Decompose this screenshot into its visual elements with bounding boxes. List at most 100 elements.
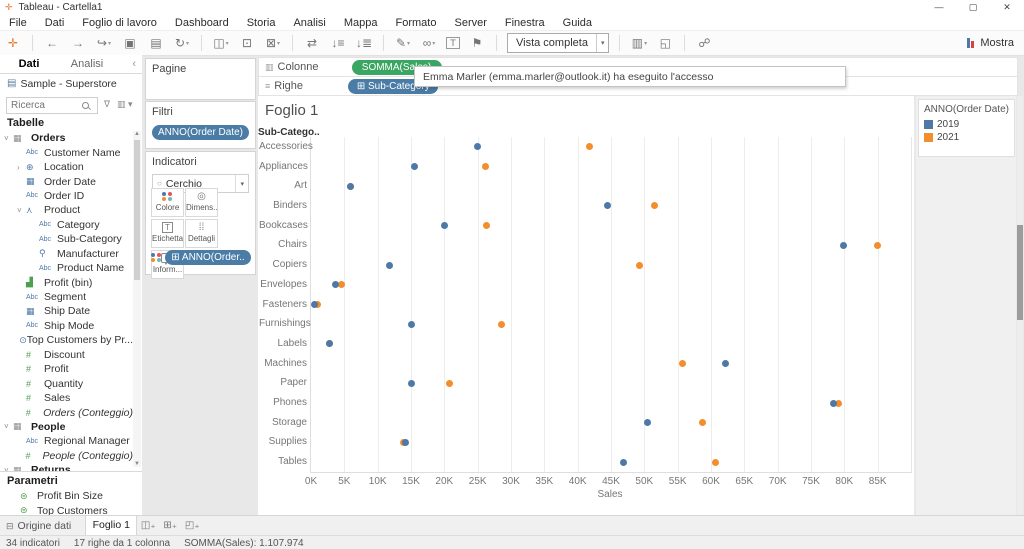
mark-storage-2021[interactable] [698, 419, 706, 427]
show-me-toggle[interactable]: Mostra [967, 37, 1014, 49]
undo-icon[interactable]: ← [39, 36, 65, 50]
mark-chairs-2019[interactable] [840, 241, 848, 249]
scrollbar-thumb[interactable] [134, 140, 140, 280]
category-label-fasteners[interactable]: Fasteners [259, 299, 307, 310]
filter-pill-year-order-date[interactable]: ANNO(Order Date) [152, 125, 249, 140]
field-product-name[interactable]: Abc Product Name [0, 261, 133, 275]
row-field-header[interactable]: Sub-Catego.. [258, 127, 320, 138]
mark-copiers-2019[interactable] [386, 261, 394, 269]
field-people-conteggio[interactable]: # People (Conteggio) [0, 449, 134, 463]
mark-tables-2019[interactable] [620, 458, 628, 466]
field-orders-conteggio[interactable]: # Orders (Conteggio) [0, 405, 133, 419]
mark-button-dettagli[interactable]: ⁞⁞ Dettagli [185, 219, 218, 248]
mark-button-etichetta[interactable]: T Etichetta [151, 219, 184, 248]
filter-fields-icon[interactable]: ∇ [104, 99, 110, 110]
menu-file[interactable]: File [0, 17, 36, 29]
mark-storage-2019[interactable] [643, 419, 651, 427]
new-dashboard-button[interactable]: ⊞₊ [159, 516, 181, 536]
highlight-icon[interactable]: ✎▾ [390, 36, 416, 50]
field-location[interactable]: › ⊕ Location [0, 160, 133, 174]
field-order-id[interactable]: Abc Order ID [0, 189, 133, 203]
close-button[interactable]: ✕ [990, 2, 1024, 13]
field-category[interactable]: Abc Category [0, 218, 133, 232]
show-hide-cards-icon[interactable]: ▥▾ [626, 36, 652, 50]
parameter-profit-bin-size[interactable]: ⊜ Profit Bin Size [0, 489, 142, 504]
field-profit-bin[interactable]: ▟ Profit (bin) [0, 275, 133, 289]
category-label-accessories[interactable]: Accessories [259, 141, 313, 152]
minimize-button[interactable]: — [922, 2, 956, 13]
sheet-title[interactable]: Foglio 1 [265, 102, 318, 119]
category-label-tables[interactable]: Tables [259, 456, 307, 467]
refresh-icon[interactable]: ↻▾ [169, 36, 195, 50]
field-top-customers-by-pr[interactable]: ⊙ Top Customers by Pr... [0, 333, 133, 347]
category-label-chairs[interactable]: Chairs [259, 239, 307, 250]
mark-chairs-2021[interactable] [874, 241, 882, 249]
menu-server[interactable]: Server [445, 17, 495, 29]
category-label-paper[interactable]: Paper [259, 377, 307, 388]
vertical-scrollbar[interactable] [1017, 96, 1023, 515]
save-icon[interactable]: ▣ [117, 36, 143, 50]
mark-envelopes-2021[interactable] [337, 281, 345, 289]
share-icon[interactable]: ☍ [691, 36, 717, 50]
show-mark-labels-icon[interactable]: T [446, 37, 460, 49]
category-label-machines[interactable]: Machines [259, 358, 307, 369]
mark-machines-2021[interactable] [678, 360, 686, 368]
marks-card[interactable]: Indicatori ○ Cerchio ▾ Colore ◎ Dimens... T… [145, 151, 256, 279]
menu-formato[interactable]: Formato [387, 17, 446, 29]
scrollbar-thumb[interactable] [1017, 225, 1023, 320]
scroll-down-icon[interactable]: ▼ [133, 461, 141, 467]
category-label-bookcases[interactable]: Bookcases [259, 220, 308, 231]
sort-descending-icon[interactable]: ↓≣ [351, 36, 377, 50]
field-quantity[interactable]: # Quantity [0, 376, 133, 390]
mark-button-colore[interactable]: Colore [151, 188, 184, 217]
group-members-icon[interactable]: ∞▾ [416, 36, 442, 50]
menu-dashboard[interactable]: Dashboard [166, 17, 238, 29]
datasource-tab[interactable]: ⊟ Origine dati [0, 516, 81, 536]
duplicate-icon[interactable]: ⊡ [234, 36, 260, 50]
field-order-date[interactable]: ▦ Order Date [0, 174, 133, 188]
mark-bookcases-2019[interactable] [440, 222, 448, 230]
category-label-storage[interactable]: Storage [259, 417, 307, 428]
field-customer-name[interactable]: Abc Customer Name [0, 145, 133, 159]
field-orders[interactable]: ˅ ▦ Orders [0, 131, 133, 145]
category-label-envelopes[interactable]: Envelopes [259, 279, 307, 290]
chevron-down-icon[interactable]: ▾ [595, 34, 609, 52]
menu-finestra[interactable]: Finestra [496, 17, 554, 29]
category-label-labels[interactable]: Labels [259, 338, 307, 349]
mark-envelopes-2019[interactable] [331, 281, 339, 289]
field-product[interactable]: ˅ ⋏ Product [0, 203, 133, 217]
mark-machines-2019[interactable] [722, 360, 730, 368]
field-segment[interactable]: Abc Segment [0, 290, 133, 304]
collapse-pane-icon[interactable]: ‹ [132, 55, 142, 73]
color-pill-year-order-date[interactable]: ⊞ ANNO(Order.. [165, 250, 251, 265]
legend-item-2021[interactable]: 2021 [919, 131, 1014, 144]
field-profit[interactable]: # Profit [0, 362, 133, 376]
mark-bookcases-2021[interactable] [482, 222, 490, 230]
field-people[interactable]: ˅ ▦ People [0, 420, 133, 434]
pages-card[interactable]: Pagine [145, 58, 256, 100]
mark-copiers-2021[interactable] [635, 261, 643, 269]
field-ship-date[interactable]: ▦ Ship Date [0, 304, 133, 318]
mark-supplies-2019[interactable] [402, 438, 410, 446]
field-discount[interactable]: # Discount [0, 348, 133, 362]
mark-furnishings-2021[interactable] [497, 320, 505, 328]
mark-phones-2019[interactable] [829, 399, 837, 407]
category-label-art[interactable]: Art [259, 180, 307, 191]
menu-dati[interactable]: Dati [36, 17, 74, 29]
field-regional-manager[interactable]: Abc Regional Manager [0, 434, 133, 448]
scroll-up-icon[interactable]: ▲ [133, 131, 141, 137]
color-legend-card[interactable]: ANNO(Order Date) 2019 2021 [918, 99, 1015, 157]
menu-mappa[interactable]: Mappa [335, 17, 387, 29]
maximize-button[interactable]: ▢ [956, 2, 990, 13]
fit-view-dropdown[interactable]: Vista completa ▾ [507, 33, 610, 53]
field-sales[interactable]: # Sales [0, 391, 133, 405]
mark-labels-2019[interactable] [325, 340, 333, 348]
new-worksheet-button[interactable]: ◫₊ [137, 516, 159, 536]
view-options-icon[interactable]: ▥ ▾ [117, 99, 133, 110]
new-story-button[interactable]: ◰₊ [181, 516, 203, 536]
category-label-copiers[interactable]: Copiers [259, 259, 307, 270]
mark-accessories-2021[interactable] [585, 143, 593, 151]
mark-appliances-2019[interactable] [410, 163, 418, 171]
mark-accessories-2019[interactable] [473, 143, 481, 151]
mark-appliances-2021[interactable] [481, 163, 489, 171]
